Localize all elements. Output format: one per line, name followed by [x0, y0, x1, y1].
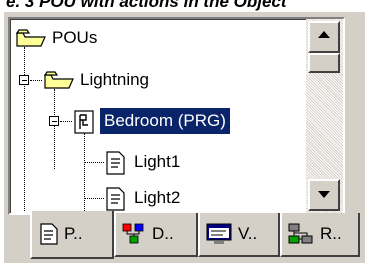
tab-label: R.. — [320, 224, 342, 243]
tree-item-label: Lightning — [80, 70, 150, 89]
tree-item-light1[interactable]: Light1 — [106, 147, 184, 177]
tree-connector — [84, 133, 85, 211]
scroll-up-button[interactable] — [308, 21, 340, 53]
folder-icon — [16, 29, 46, 47]
action-document-icon — [106, 187, 125, 211]
tree-item-label: Bedroom (PRG) — [100, 108, 230, 134]
pou-tree-view[interactable]: POUs Lightning Bedroom (PRG) Light1 Ligh… — [8, 17, 345, 215]
organizer-tab-bar: P.. D.. V.. R.. — [8, 211, 365, 261]
document-icon — [40, 223, 58, 245]
tree-connector — [60, 121, 72, 122]
collapse-toggle[interactable] — [19, 75, 29, 85]
tab-label: D.. — [152, 224, 174, 243]
tab-label: P.. — [64, 224, 83, 243]
folder-icon — [44, 71, 74, 89]
tree-item-label: Light2 — [134, 188, 181, 207]
tab-data-types[interactable]: D.. — [114, 213, 198, 257]
tab-pous[interactable]: P.. — [30, 211, 114, 259]
tree-item-bedroom[interactable]: Bedroom (PRG) — [74, 106, 230, 136]
resources-icon — [288, 223, 313, 244]
tab-visualizations[interactable]: V.. — [198, 213, 280, 257]
tree-item-light2[interactable]: Light2 — [106, 183, 184, 213]
scroll-down-button[interactable] — [308, 179, 340, 211]
tree-item-label: POUs — [52, 28, 98, 47]
arrow-down-icon — [318, 191, 330, 198]
tree-connector — [54, 89, 55, 169]
tree-connector — [84, 198, 104, 199]
object-organizer-window: POUs Lightning Bedroom (PRG) Light1 Ligh… — [4, 12, 365, 263]
tree-item-pous[interactable]: POUs — [16, 23, 101, 53]
tree-area: POUs Lightning Bedroom (PRG) Light1 Ligh… — [10, 19, 306, 213]
tree-connector — [24, 47, 25, 211]
tree-connector — [84, 162, 104, 163]
tree-connector — [30, 80, 42, 81]
scroll-thumb[interactable] — [308, 53, 340, 73]
data-types-icon — [122, 223, 144, 244]
tab-label: V.. — [238, 224, 258, 243]
figure-caption: e. 3 POU with actions in the Object — [6, 0, 287, 11]
program-icon — [74, 110, 94, 134]
collapse-toggle[interactable] — [49, 116, 59, 126]
tree-item-lightning[interactable]: Lightning — [44, 65, 153, 95]
tab-resources[interactable]: R.. — [280, 213, 360, 257]
tree-item-label: Light1 — [134, 152, 181, 171]
action-document-icon — [106, 151, 125, 175]
visualization-icon — [206, 223, 232, 244]
vertical-scrollbar[interactable] — [306, 19, 343, 213]
arrow-up-icon — [318, 31, 330, 38]
